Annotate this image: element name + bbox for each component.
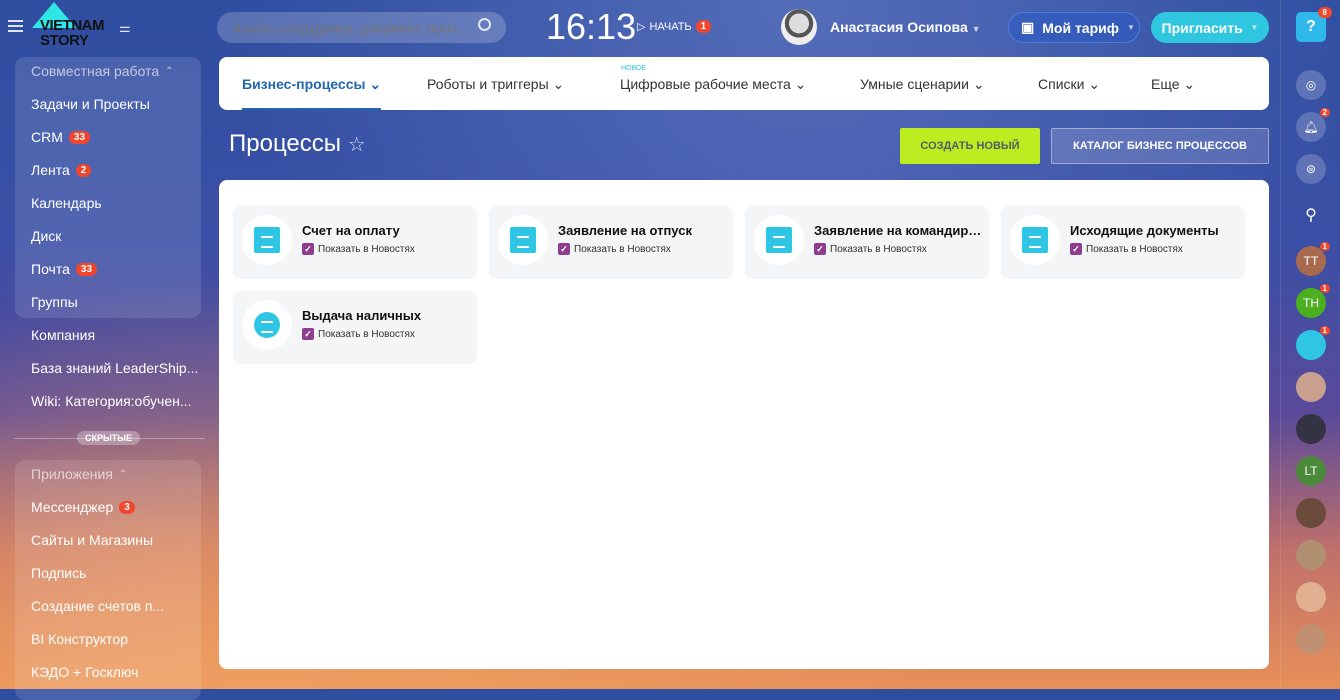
sidebar-item[interactable]: Группы [31,294,78,310]
hidden-divider[interactable]: СКРЫТЫЕ [14,431,205,445]
contact-avatar[interactable]: 1 [1296,326,1330,360]
process-card[interactable]: Заявление на командировку ✓ Показать в Нов… [745,206,989,279]
contact-avatar[interactable]: TT 1 [1296,242,1330,276]
create-new-button[interactable]: СОЗДАТЬ НОВЫЙ [900,128,1040,164]
contact-avatar[interactable] [1296,624,1326,654]
process-card[interactable]: Заявление на отпуск ✓ Показать в Новостях [489,206,733,279]
page-title: Процессы ☆ [229,130,366,157]
tab-workplaces[interactable]: Цифровые рабочие места ⌄ [620,76,806,93]
show-in-news-checkbox[interactable]: ✓ Показать в Новостях [302,243,415,255]
sidebar-item[interactable]: CRM 33 [31,129,91,145]
sidebar-item[interactable]: Задачи и Проекты [31,96,150,112]
contact-avatar[interactable] [1296,414,1326,444]
process-card[interactable]: Счет на оплату ✓ Показать в Новостях [233,206,477,279]
sidebar-item[interactable]: Лента 2 [31,162,92,178]
chat-icon[interactable]: ⊜ [1296,154,1326,184]
process-icon [1010,215,1060,265]
search-input[interactable] [217,12,506,43]
show-in-news-checkbox[interactable]: ✓ Показать в Новостях [558,243,671,255]
checkmark-icon: ✓ [814,243,826,255]
tab-business-processes[interactable]: Бизнес-процессы ⌄ [242,76,382,110]
logo[interactable]: VIETNAM STORY [30,2,115,50]
start-badge: 1 [695,20,712,33]
sidebar-item[interactable]: Совместная работа ⌃ [31,63,174,79]
checkmark-icon: ✓ [302,243,314,255]
sidebar-item[interactable]: Wiki: Категория:обучен... [31,393,192,409]
tab-smart-scenarios[interactable]: Умные сценарии ⌄ [860,76,985,93]
user-avatar[interactable] [781,9,817,45]
process-card[interactable]: Выдача наличных ✓ Показать в Новостях [233,291,477,364]
process-list: Счет на оплату ✓ Показать в Новостях Заявле… [219,180,1269,669]
briefcase-icon: ▣ [1021,19,1035,35]
show-in-news-checkbox[interactable]: ✓ Показать в Новостях [1070,243,1183,255]
contact-avatar[interactable] [1296,372,1326,402]
start-workday-button[interactable]: ▷ НАЧАТЬ 1 [637,20,712,33]
sidebar-item[interactable]: Почта 33 [31,261,98,277]
timeman-icon[interactable]: ◎ [1296,70,1326,100]
sidebar-item[interactable]: Диск [31,228,61,244]
show-in-news-checkbox[interactable]: ✓ Показать в Новостях [814,243,927,255]
contact-avatar[interactable]: TH 1 [1296,284,1330,318]
tariff-button[interactable]: ▣ Мой тариф ▼ [1008,12,1140,43]
checkmark-icon: ✓ [302,328,314,340]
process-icon [242,300,292,350]
sidebar-item[interactable]: Календарь [31,195,102,211]
tab-lists[interactable]: Списки ⌄ [1038,76,1100,93]
checkmark-icon: ✓ [558,243,570,255]
show-in-news-checkbox[interactable]: ✓ Показать в Новостях [302,328,415,340]
catalog-button[interactable]: КАТАЛОГ БИЗНЕС ПРОЦЕССОВ [1051,128,1269,164]
sidebar-item[interactable]: Подпись [31,565,86,581]
sidebar-item[interactable]: Мессенджер 3 [31,499,135,515]
new-label: НОВОЕ [621,65,647,72]
user-menu[interactable]: Анастасия Осипова ▼ [830,19,981,35]
help-button[interactable]: ? 8 [1296,7,1332,42]
star-icon[interactable]: ☆ [348,134,366,156]
checkmark-icon: ✓ [1070,243,1082,255]
sidebar-item[interactable]: Создание счетов п... [31,598,164,614]
tabs-bar: НОВОЕ Бизнес-процессы ⌄ Роботы и триггер… [219,57,1269,110]
help-icon: ? [1306,18,1316,35]
search-icon[interactable]: ⚲ [1296,200,1326,230]
tab-more[interactable]: Еще ⌄ [1151,76,1195,93]
process-icon [498,215,548,265]
bell-icon[interactable]: 🔔︎ 2 [1296,108,1330,142]
tab-robots[interactable]: Роботы и триггеры ⌄ [427,76,564,93]
sidebar-item[interactable]: КЭДО + Госключ [31,664,138,680]
process-icon [242,215,292,265]
menu-icon[interactable] [8,20,23,32]
process-card[interactable]: Исходящие документы ✓ Показать в Новостях [1001,206,1245,279]
process-icon [754,215,804,265]
sidebar-item[interactable]: Компания [31,327,95,343]
contact-avatar[interactable]: LT [1296,456,1326,486]
contact-avatar[interactable] [1296,498,1326,528]
sidebar-item[interactable]: База знаний LeaderShip... [31,360,198,376]
sidebar-item[interactable]: Сайты и Магазины [31,532,153,548]
settings-sliders-icon[interactable]: ⚌ [119,20,131,36]
play-icon: ▷ [637,21,646,33]
sidebar-item[interactable]: Приложения ⌃ [31,466,127,482]
contact-avatar[interactable] [1296,582,1326,612]
invite-button[interactable]: Пригласить ▼ [1151,12,1269,43]
contact-avatar[interactable] [1296,540,1326,570]
sidebar-item[interactable]: BI Конструктор [31,631,128,647]
clock: 16:13 [546,6,637,47]
search-icon[interactable] [478,18,491,31]
right-panel: ? 8 ◎ 🔔︎ 2 ⊜ ⚲ TT 1 TH 1 1 LT [1280,0,1340,689]
